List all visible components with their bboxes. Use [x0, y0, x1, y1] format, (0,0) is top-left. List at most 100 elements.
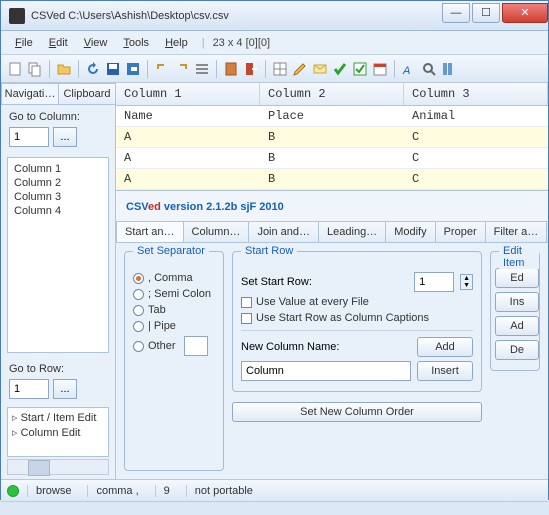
- spin-up[interactable]: ▲: [461, 275, 472, 282]
- list-item[interactable]: Column 1: [12, 162, 104, 176]
- tree-item[interactable]: Start / Item Edit: [10, 410, 106, 425]
- tab-column[interactable]: Column…: [183, 221, 250, 242]
- list-icon[interactable]: [194, 61, 210, 77]
- delete-item-button[interactable]: De: [495, 340, 539, 360]
- cell[interactable]: C: [404, 148, 548, 168]
- menu-view[interactable]: View: [78, 34, 114, 52]
- column-header[interactable]: Column 2: [260, 83, 404, 105]
- cell[interactable]: Place: [260, 106, 404, 126]
- list-item[interactable]: Column 4: [12, 204, 104, 218]
- cell[interactable]: A: [116, 169, 260, 189]
- goto-column-input[interactable]: [9, 127, 49, 147]
- menu-tools[interactable]: Tools: [117, 34, 155, 52]
- sep-semicolon[interactable]: ; Semi Colon: [133, 286, 215, 302]
- sep-other[interactable]: Other: [133, 334, 215, 358]
- cell[interactable]: B: [260, 169, 404, 189]
- save-icon[interactable]: [105, 61, 121, 77]
- svg-text:A: A: [402, 65, 410, 77]
- tree-item[interactable]: Column Edit: [10, 425, 106, 440]
- startrow-legend: Start Row: [241, 245, 297, 257]
- check2-icon[interactable]: [352, 61, 368, 77]
- cell[interactable]: A: [116, 148, 260, 168]
- maximize-button[interactable]: ☐: [472, 3, 500, 23]
- mail-icon[interactable]: [312, 61, 328, 77]
- newcol-input[interactable]: [241, 361, 411, 381]
- sidebar-tab-navigation[interactable]: Navigati…: [1, 83, 59, 104]
- spin-down[interactable]: ▼: [461, 282, 472, 289]
- status-separator: comma ,: [87, 485, 146, 497]
- menu-edit[interactable]: Edit: [43, 34, 74, 52]
- column-header[interactable]: Column 3: [404, 83, 548, 105]
- calendar-icon[interactable]: [372, 61, 388, 77]
- menu-help[interactable]: Help: [159, 34, 194, 52]
- goto-column-go[interactable]: ...: [53, 127, 77, 147]
- tab-start[interactable]: Start an…: [116, 221, 184, 242]
- goto-row-input[interactable]: [9, 379, 49, 399]
- startrow-input[interactable]: [414, 272, 454, 292]
- cell[interactable]: C: [404, 169, 548, 189]
- data-grid[interactable]: Column 1 Column 2 Column 3 NamePlaceAnim…: [116, 83, 548, 191]
- new-icon[interactable]: [7, 61, 23, 77]
- tab-join[interactable]: Join and…: [248, 221, 319, 242]
- cell[interactable]: Animal: [404, 106, 548, 126]
- edit-icon[interactable]: [292, 61, 308, 77]
- minimize-button[interactable]: —: [442, 3, 470, 23]
- list-item[interactable]: Column 2: [12, 176, 104, 190]
- cell[interactable]: C: [404, 127, 548, 147]
- check-icon[interactable]: [332, 61, 348, 77]
- redo-icon[interactable]: [174, 61, 190, 77]
- tab-leading[interactable]: Leading…: [318, 221, 386, 242]
- startrow-group: Start Row Set Start Row: ▲ ▼ Use Value a…: [232, 251, 482, 392]
- exit-icon[interactable]: [243, 61, 259, 77]
- tab-proper[interactable]: Proper: [435, 221, 486, 242]
- sidebar-tab-clipboard[interactable]: Clipboard: [58, 83, 116, 104]
- column-header[interactable]: Column 1: [116, 83, 260, 105]
- toolbar: A: [1, 55, 548, 83]
- chk-use-value[interactable]: Use Value at every File: [241, 294, 473, 310]
- goto-column-label: Go to Column:: [9, 111, 107, 123]
- main-area: Column 1 Column 2 Column 3 NamePlaceAnim…: [116, 83, 548, 479]
- tab-filter[interactable]: Filter a…: [485, 221, 548, 242]
- resize-grip[interactable]: [1, 501, 548, 515]
- refresh-icon[interactable]: [85, 61, 101, 77]
- add-item-button[interactable]: Ad: [495, 316, 539, 336]
- sep-other-input[interactable]: [184, 336, 208, 356]
- nav-tree[interactable]: Start / Item Edit Column Edit: [7, 407, 109, 457]
- grid-icon[interactable]: [272, 61, 288, 77]
- add-button[interactable]: Add: [417, 337, 473, 357]
- set-column-order-button[interactable]: Set New Column Order: [232, 402, 482, 422]
- insert-item-button[interactable]: Ins: [495, 292, 539, 312]
- edititem-legend: Edit Item: [499, 245, 539, 269]
- main-tabs: Start an… Column… Join and… Leading… Mod…: [116, 221, 548, 243]
- close-button[interactable]: ✕: [502, 3, 548, 23]
- goto-row-label: Go to Row:: [9, 363, 107, 375]
- tab-modify[interactable]: Modify: [385, 221, 435, 242]
- search-icon[interactable]: [421, 61, 437, 77]
- copy-icon[interactable]: [27, 61, 43, 77]
- menu-file[interactable]: File: [9, 34, 39, 52]
- columns-icon[interactable]: [441, 61, 457, 77]
- undo-icon[interactable]: [154, 61, 170, 77]
- edit-button[interactable]: Ed: [495, 268, 539, 288]
- insert-button[interactable]: Insert: [417, 361, 473, 381]
- list-item[interactable]: Column 3: [12, 190, 104, 204]
- status-count: 9: [155, 485, 178, 497]
- cell[interactable]: A: [116, 127, 260, 147]
- goto-row-go[interactable]: ...: [53, 379, 77, 399]
- folder-icon[interactable]: [56, 61, 72, 77]
- sep-pipe[interactable]: | Pipe: [133, 318, 215, 334]
- status-mode: browse: [27, 485, 79, 497]
- sep-tab[interactable]: Tab: [133, 302, 215, 318]
- window-title: CSVed C:\Users\Ashish\Desktop\csv.csv: [31, 10, 440, 22]
- chk-use-captions[interactable]: Use Start Row as Column Captions: [241, 310, 473, 326]
- saveall-icon[interactable]: [125, 61, 141, 77]
- book-icon[interactable]: [223, 61, 239, 77]
- cell[interactable]: Name: [116, 106, 260, 126]
- startrow-label: Set Start Row:: [241, 276, 312, 288]
- tree-scrollbar[interactable]: [7, 459, 109, 475]
- cell[interactable]: B: [260, 148, 404, 168]
- sep-comma[interactable]: , Comma: [133, 270, 215, 286]
- column-list[interactable]: Column 1 Column 2 Column 3 Column 4: [7, 157, 109, 353]
- cell[interactable]: B: [260, 127, 404, 147]
- font-icon[interactable]: A: [401, 61, 417, 77]
